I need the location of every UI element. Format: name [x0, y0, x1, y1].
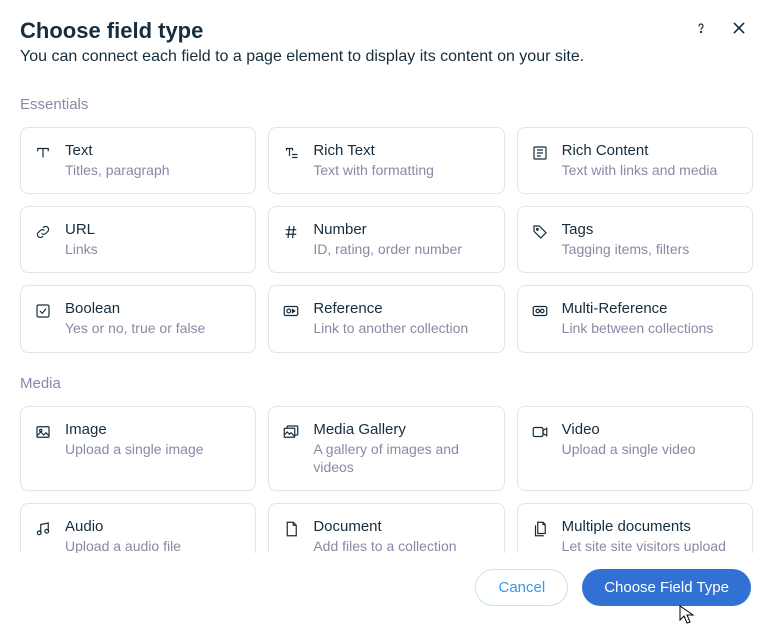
field-card-audio[interactable]: Audio Upload a audio file	[20, 503, 256, 553]
choose-field-type-dialog: Choose field type You can connect each f…	[0, 0, 773, 630]
field-card-title: Media Gallery	[313, 421, 491, 438]
field-card-desc: Upload a single video	[562, 440, 696, 458]
audio-icon	[33, 518, 53, 538]
field-card-desc: Yes or no, true or false	[65, 319, 205, 337]
field-card-desc: Tagging items, filters	[562, 240, 690, 258]
field-card-title: Rich Content	[562, 142, 718, 159]
field-card-title: Image	[65, 421, 204, 438]
field-card-text[interactable]: Text Titles, paragraph	[20, 127, 256, 194]
section-title-media: Media	[20, 375, 753, 392]
field-card-richcontent[interactable]: Rich Content Text with links and media	[517, 127, 753, 194]
field-card-video[interactable]: Video Upload a single video	[517, 406, 753, 491]
close-button[interactable]	[729, 18, 749, 38]
field-card-desc: Text with links and media	[562, 161, 718, 179]
dialog-footer: Cancel Choose Field Type	[0, 553, 773, 630]
tag-icon	[530, 221, 550, 241]
dialog-title: Choose field type	[20, 18, 203, 44]
dialog-header: Choose field type You can connect each f…	[0, 0, 773, 74]
field-card-desc: Upload a audio file	[65, 537, 181, 553]
field-card-tags[interactable]: Tags Tagging items, filters	[517, 206, 753, 273]
field-card-title: Reference	[313, 300, 468, 317]
field-card-desc: Link to another collection	[313, 319, 468, 337]
field-card-document[interactable]: Document Add files to a collection	[268, 503, 504, 553]
field-card-url[interactable]: URL Links	[20, 206, 256, 273]
field-card-title: Video	[562, 421, 696, 438]
close-icon	[731, 20, 747, 36]
field-card-desc: Text with formatting	[313, 161, 434, 179]
field-card-desc: Titles, paragraph	[65, 161, 170, 179]
gallery-icon	[281, 421, 301, 441]
field-card-title: Multi-Reference	[562, 300, 714, 317]
link-icon	[33, 221, 53, 241]
video-icon	[530, 421, 550, 441]
dialog-subtitle: You can connect each field to a page ele…	[20, 48, 749, 66]
cancel-button[interactable]: Cancel	[475, 569, 568, 606]
field-card-reference[interactable]: Reference Link to another collection	[268, 285, 504, 352]
help-icon	[693, 20, 709, 36]
choose-field-type-button[interactable]: Choose Field Type	[582, 569, 751, 606]
field-card-title: Number	[313, 221, 462, 238]
multi-document-icon	[530, 518, 550, 538]
field-card-title: URL	[65, 221, 98, 238]
field-card-multidoc[interactable]: Multiple documents Let site site visitors…	[517, 503, 753, 553]
field-card-title: Tags	[562, 221, 690, 238]
field-card-desc: ID, rating, order number	[313, 240, 462, 258]
field-card-richtext[interactable]: Rich Text Text with formatting	[268, 127, 504, 194]
field-card-title: Rich Text	[313, 142, 434, 159]
field-card-desc: Link between collections	[562, 319, 714, 337]
reference-icon	[281, 300, 301, 320]
field-card-image[interactable]: Image Upload a single image	[20, 406, 256, 491]
field-card-title: Boolean	[65, 300, 205, 317]
field-card-title: Document	[313, 518, 456, 535]
field-grid-essentials: Text Titles, paragraph Rich Text Text with …	[20, 127, 753, 353]
field-type-scroll-area[interactable]: Essentials Text Titles, paragraph Rich Text…	[0, 74, 773, 553]
field-grid-media: Image Upload a single image Media Gallery A…	[20, 406, 753, 553]
multi-reference-icon	[530, 300, 550, 320]
rich-text-icon	[281, 142, 301, 162]
field-card-title: Multiple documents	[562, 518, 740, 535]
field-card-boolean[interactable]: Boolean Yes or no, true or false	[20, 285, 256, 352]
field-card-number[interactable]: Number ID, rating, order number	[268, 206, 504, 273]
field-card-desc: Links	[65, 240, 98, 258]
field-card-desc: Add files to a collection	[313, 537, 456, 553]
document-icon	[281, 518, 301, 538]
field-card-title: Audio	[65, 518, 181, 535]
field-card-multireference[interactable]: Multi-Reference Link between collections	[517, 285, 753, 352]
section-title-essentials: Essentials	[20, 96, 753, 113]
field-card-desc: A gallery of images and videos	[313, 440, 491, 476]
help-button[interactable]	[691, 18, 711, 38]
checkbox-icon	[33, 300, 53, 320]
field-card-title: Text	[65, 142, 170, 159]
field-card-gallery[interactable]: Media Gallery A gallery of images and vid…	[268, 406, 504, 491]
field-card-desc: Upload a single image	[65, 440, 204, 458]
hash-icon	[281, 221, 301, 241]
field-card-desc: Let site site visitors upload files to a…	[562, 537, 740, 553]
image-icon	[33, 421, 53, 441]
text-icon	[33, 142, 53, 162]
rich-content-icon	[530, 142, 550, 162]
